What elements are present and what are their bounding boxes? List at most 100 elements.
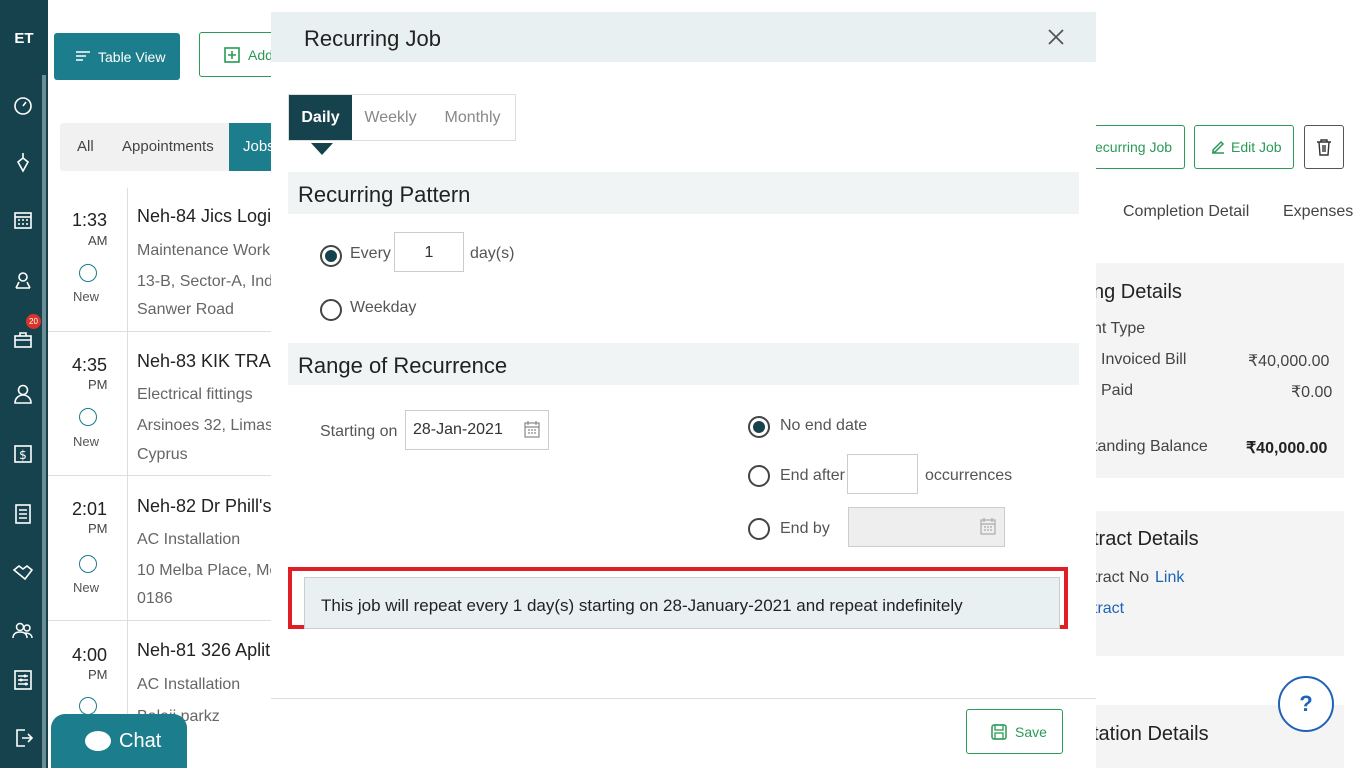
job-type: AC Installation — [137, 676, 241, 693]
edit-job-label: Edit Job — [1231, 139, 1282, 155]
end-by-label: End by — [780, 520, 830, 537]
weekday-radio[interactable] — [320, 299, 342, 321]
contract-details-heading: tract Details — [1093, 528, 1199, 550]
notification-badge: 20 — [26, 314, 41, 329]
chat-bubble-icon — [85, 731, 111, 751]
modal-title: Recurring Job — [304, 26, 441, 51]
job-address-line1: 13-B, Sector-A, Ind — [137, 273, 274, 290]
job-title: Neh-82 Dr Phill's — [137, 496, 272, 516]
recurring-job-button[interactable]: ecurring Job — [1086, 125, 1185, 169]
tab-completion-detail[interactable]: Completion Detail — [1123, 203, 1249, 221]
chat-label: Chat — [119, 729, 162, 752]
every-radio[interactable] — [320, 245, 342, 267]
recurring-job-modal: Recurring Job Daily Weekly Monthly Recur… — [271, 12, 1096, 768]
job-time: 1:33 — [72, 210, 108, 230]
job-title: Neh-83 KIK TRA — [137, 351, 271, 371]
trash-icon — [1317, 139, 1331, 156]
recurring-pattern-heading: Recurring Pattern — [288, 172, 1079, 214]
briefcase-icon[interactable] — [9, 326, 37, 354]
edit-icon — [1212, 140, 1225, 154]
every-label: Every — [350, 245, 391, 262]
handshake-icon[interactable] — [9, 558, 37, 586]
job-ampm: AM — [88, 233, 108, 248]
job-status: New — [73, 434, 100, 449]
outstanding-balance-value: ₹40,000.00 — [1246, 440, 1328, 457]
paid-label: l Paid — [1093, 382, 1134, 399]
no-end-date-radio[interactable] — [748, 416, 770, 438]
settings-sliders-icon[interactable] — [9, 666, 37, 694]
end-after-radio[interactable] — [748, 465, 770, 487]
dashboard-icon[interactable] — [9, 92, 37, 120]
status-circle-icon — [79, 264, 97, 282]
active-tab-pointer — [311, 143, 333, 155]
plus-square-icon — [224, 46, 240, 63]
paid-value: ₹0.00 — [1291, 384, 1333, 401]
delete-button[interactable] — [1304, 125, 1344, 169]
svg-text:$: $ — [19, 448, 27, 462]
contract-link-2[interactable]: tract — [1093, 600, 1124, 618]
job-address-line2: Sanwer Road — [137, 301, 234, 318]
tab-appointments[interactable]: Appointments — [122, 138, 214, 155]
sidebar: ET 20 $ — [0, 0, 48, 768]
tab-expenses[interactable]: Expenses — [1283, 203, 1353, 221]
tab-weekly[interactable]: Weekly — [352, 95, 429, 140]
frequency-tabs: Daily Weekly Monthly — [288, 94, 516, 141]
end-by-radio[interactable] — [748, 518, 770, 540]
status-circle-icon — [79, 408, 97, 426]
list-icon[interactable] — [9, 500, 37, 528]
edit-job-button[interactable]: Edit Job — [1194, 125, 1294, 169]
job-address-line2: 0186 — [137, 590, 173, 607]
weekday-label: Weekday — [350, 299, 417, 316]
modal-footer-divider — [271, 698, 1096, 699]
close-icon[interactable] — [1047, 28, 1065, 46]
app-logo: ET — [14, 30, 34, 47]
occurrences-input[interactable] — [847, 454, 918, 494]
chat-button[interactable]: Chat — [51, 714, 187, 768]
billing-details-heading: ng Details — [1093, 281, 1182, 303]
calendar-icon[interactable] — [524, 420, 540, 438]
list-lines-icon — [76, 49, 90, 65]
job-type: AC Installation — [137, 531, 241, 548]
calendar-icon[interactable] — [980, 517, 996, 535]
save-button[interactable]: Save — [966, 709, 1063, 754]
every-days-input[interactable]: 1 — [394, 232, 464, 272]
logout-icon[interactable] — [9, 724, 37, 752]
tab-all[interactable]: All — [77, 138, 94, 155]
sidebar-scroll-strip — [42, 75, 46, 768]
modal-header: Recurring Job — [271, 12, 1096, 62]
tab-monthly[interactable]: Monthly — [429, 95, 516, 140]
job-address-line1: Arsinoes 32, Limass — [137, 417, 282, 434]
table-view-label: Table View — [98, 48, 166, 65]
job-title: Neh-81 326 Aplit — [137, 640, 271, 660]
job-type: Maintenance Work — [137, 242, 271, 259]
pen-tool-icon[interactable] — [9, 148, 37, 176]
job-time: 4:35 — [72, 355, 108, 375]
invoiced-bill-value: ₹40,000.00 — [1248, 353, 1330, 370]
save-label: Save — [1015, 723, 1047, 740]
dollar-icon[interactable]: $ — [9, 440, 37, 468]
map-pin-icon[interactable] — [9, 266, 37, 294]
job-status: New — [73, 580, 100, 595]
starting-on-label: Starting on — [320, 423, 398, 440]
job-address-line2: Cyprus — [137, 446, 188, 463]
job-address-line1: 10 Melba Place, Mo — [137, 562, 279, 579]
job-time: 2:01 — [72, 499, 108, 519]
job-ampm: PM — [88, 521, 108, 536]
contract-link[interactable]: Link — [1155, 569, 1184, 587]
table-view-button[interactable]: Table View — [54, 33, 180, 80]
job-ampm: PM — [88, 667, 108, 682]
job-status: New — [73, 289, 100, 304]
calendar-icon[interactable] — [9, 206, 37, 234]
tab-daily[interactable]: Daily — [289, 95, 352, 140]
add-label: Add — [248, 46, 273, 63]
users-icon[interactable] — [9, 616, 37, 644]
quotation-details-heading: tation Details — [1093, 723, 1209, 745]
job-ampm: PM — [88, 377, 108, 392]
user-icon[interactable] — [9, 380, 37, 408]
days-label: day(s) — [470, 245, 515, 262]
help-button[interactable]: ? — [1278, 676, 1334, 732]
recurring-job-label: ecurring Job — [1095, 139, 1173, 155]
invoiced-bill-label: l Invoiced Bill — [1093, 351, 1187, 368]
job-time: 4:00 — [72, 645, 108, 665]
starting-on-value: 28-Jan-2021 — [413, 421, 503, 438]
